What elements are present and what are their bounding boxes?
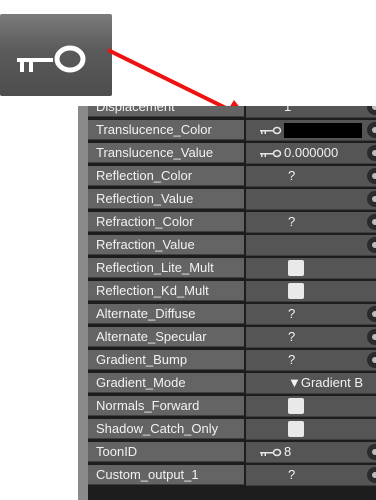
connect-node-icon[interactable]	[367, 444, 376, 460]
parameter-value-cell[interactable]	[246, 258, 376, 279]
parameter-row[interactable]: ToonID 8	[88, 441, 376, 463]
unknown-value: ?	[288, 467, 296, 482]
value-field[interactable]: 0.000000	[284, 143, 338, 163]
parameter-row[interactable]: Alternate_Specular?	[88, 326, 376, 348]
connect-node-icon[interactable]	[367, 352, 376, 368]
parameter-name: Normals_Forward	[88, 396, 244, 416]
parameter-value-cell[interactable]	[246, 396, 376, 417]
parameter-value-cell[interactable]: ?	[246, 465, 376, 486]
parameter-name: Reflection_Lite_Mult	[88, 258, 244, 278]
connect-node-icon[interactable]	[367, 237, 376, 253]
connect-node-icon[interactable]	[367, 214, 376, 230]
parameter-row[interactable]: Displacement 1	[88, 106, 376, 118]
connect-node-icon[interactable]	[367, 191, 376, 207]
color-swatch[interactable]	[284, 123, 362, 138]
parameter-row[interactable]: Reflection_Lite_Mult	[88, 257, 376, 279]
value-field[interactable]: 1	[284, 106, 291, 117]
unknown-value: ?	[288, 306, 296, 321]
parameter-name: Shadow_Catch_Only	[88, 419, 244, 439]
parameter-row[interactable]: Reflection_Value	[88, 188, 376, 210]
parameter-row[interactable]: Refraction_Value	[88, 234, 376, 256]
parameter-row[interactable]: Custom_output_1?	[88, 464, 376, 486]
parameter-name: ToonID	[88, 442, 244, 462]
unknown-value: ?	[288, 214, 296, 229]
parameter-value-cell[interactable]: 0.000000	[246, 143, 376, 164]
parameter-row[interactable]: Refraction_Color?	[88, 211, 376, 233]
checkbox[interactable]	[288, 260, 304, 276]
mode-dropdown[interactable]: ▼Gradient B	[288, 373, 363, 393]
parameter-row[interactable]: Gradient_Mode ▼Gradient B	[88, 372, 376, 394]
connect-node-icon[interactable]	[367, 306, 376, 322]
connect-node-icon[interactable]	[367, 467, 376, 483]
parameter-value-cell[interactable]	[246, 281, 376, 302]
parameter-value-cell[interactable]	[246, 120, 376, 141]
parameter-name: Reflection_Kd_Mult	[88, 281, 244, 301]
parameter-value-cell[interactable]: ?	[246, 304, 376, 325]
parameter-value-cell[interactable]: 1	[246, 106, 376, 118]
parameter-row[interactable]: Normals_Forward	[88, 395, 376, 417]
checkbox[interactable]	[288, 421, 304, 437]
parameter-row[interactable]: Reflection_Kd_Mult	[88, 280, 376, 302]
parameter-value-cell[interactable]: ?	[246, 212, 376, 233]
parameter-name: Gradient_Mode	[88, 373, 244, 393]
parameter-row[interactable]: Reflection_Color?	[88, 165, 376, 187]
parameter-name: Alternate_Specular	[88, 327, 244, 347]
parameter-value-cell[interactable]	[246, 235, 376, 256]
connect-node-icon[interactable]	[367, 329, 376, 345]
key-icon	[260, 124, 282, 136]
parameter-name: Reflection_Value	[88, 189, 244, 209]
connect-node-icon[interactable]	[367, 145, 376, 161]
parameter-name: Translucence_Color	[88, 120, 244, 140]
parameter-name: Reflection_Color	[88, 166, 244, 186]
parameter-row[interactable]: Alternate_Diffuse?	[88, 303, 376, 325]
parameter-name: Displacement	[88, 106, 244, 117]
parameter-value-cell[interactable]: ?	[246, 350, 376, 371]
unknown-value: ?	[288, 329, 296, 344]
checkbox[interactable]	[288, 398, 304, 414]
key-icon	[260, 147, 282, 159]
parameter-value-cell[interactable]	[246, 419, 376, 440]
parameter-name: Gradient_Bump	[88, 350, 244, 370]
key-icon	[260, 446, 282, 458]
parameter-name: Refraction_Value	[88, 235, 244, 255]
value-field[interactable]: 8	[284, 442, 291, 462]
parameter-value-cell[interactable]: ?	[246, 166, 376, 187]
unknown-value: ?	[288, 352, 296, 367]
checkbox[interactable]	[288, 283, 304, 299]
connect-node-icon[interactable]	[367, 168, 376, 184]
parameter-value-cell[interactable]	[246, 189, 376, 210]
parameter-name: Translucence_Value	[88, 143, 244, 163]
panel-gutter	[78, 106, 88, 500]
parameter-value-cell[interactable]: ?	[246, 327, 376, 348]
parameter-name: Custom_output_1	[88, 465, 244, 485]
parameter-row[interactable]: Shadow_Catch_Only	[88, 418, 376, 440]
parameter-value-cell[interactable]: 8	[246, 442, 376, 463]
parameter-row[interactable]: Gradient_Bump?	[88, 349, 376, 371]
connect-node-icon[interactable]	[367, 106, 376, 115]
parameter-value-cell[interactable]: ▼Gradient B	[246, 373, 376, 394]
parameter-name: Refraction_Color	[88, 212, 244, 232]
parameter-row[interactable]: Translucence_Color	[88, 119, 376, 141]
connect-node-icon[interactable]	[367, 122, 376, 138]
surface-parameters-panel: Displacement 1 Translucence_Color Transluce…	[78, 106, 376, 500]
parameter-row[interactable]: Translucence_Value 0.000000	[88, 142, 376, 164]
unknown-value: ?	[288, 168, 296, 183]
parameter-name: Alternate_Diffuse	[88, 304, 244, 324]
